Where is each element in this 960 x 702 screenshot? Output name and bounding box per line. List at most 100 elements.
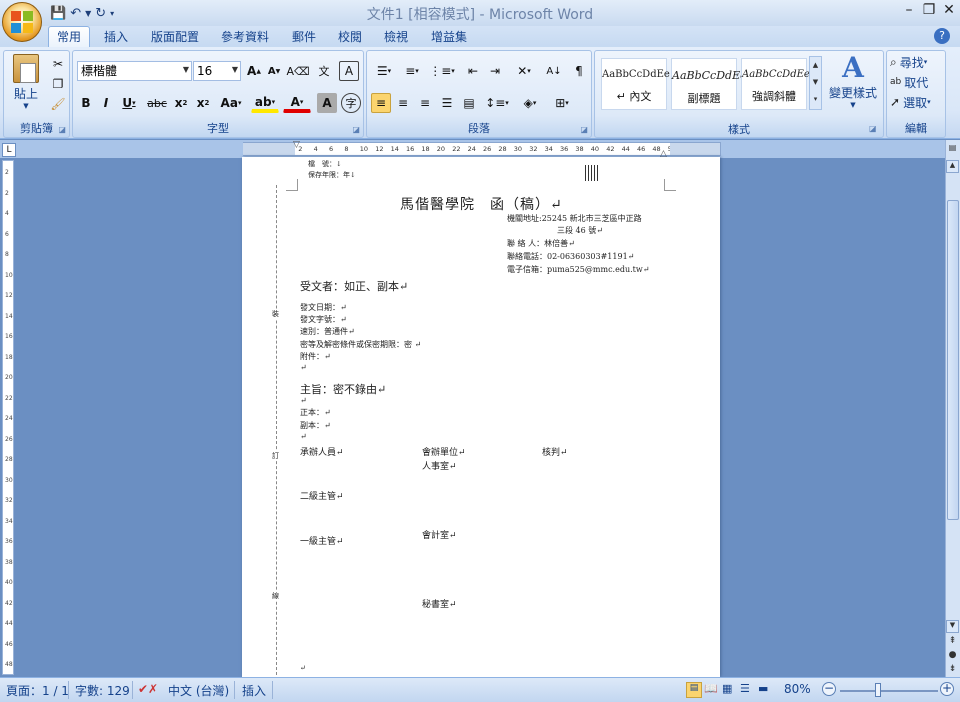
scroll-down-icon[interactable]: ▼ <box>946 620 959 633</box>
tab-references[interactable]: 參考資料 <box>216 27 274 49</box>
zoom-slider[interactable] <box>840 690 938 692</box>
restore-button[interactable]: ❐ <box>918 2 940 18</box>
page-indicator[interactable]: 頁面：1 / 1 <box>6 682 69 699</box>
align-center-icon[interactable]: ≡ <box>393 93 413 113</box>
styles-scroll[interactable]: ▲ ▼ ▾ <box>809 56 822 110</box>
subscript-icon[interactable]: x2 <box>171 93 191 113</box>
paste-button[interactable]: 貼上 ▼ <box>6 53 46 111</box>
web-layout-icon[interactable]: ▦ <box>722 682 732 695</box>
multilevel-list-icon[interactable]: ⋮≡ ▾ <box>427 61 457 81</box>
outline-icon[interactable]: ☰ <box>740 682 750 695</box>
italic-icon[interactable]: I <box>97 93 115 113</box>
tab-review[interactable]: 校閱 <box>332 27 368 49</box>
font-size-box[interactable]: 16 ▼ <box>193 61 241 81</box>
binding-line <box>276 185 277 675</box>
tab-mailings[interactable]: 郵件 <box>284 27 324 49</box>
next-page-icon[interactable]: ⇟ <box>946 664 959 677</box>
zoom-in-icon[interactable]: + <box>940 682 954 696</box>
dialog-launcher-icon[interactable]: ◪ <box>580 125 588 134</box>
chevron-down-icon[interactable]: ▼ <box>183 62 189 78</box>
minimize-button[interactable]: – <box>898 2 920 18</box>
zoom-out-icon[interactable]: − <box>822 682 836 696</box>
print-layout-icon[interactable]: ▤ <box>686 682 702 698</box>
scroll-thumb[interactable] <box>947 200 959 520</box>
line-spacing-icon[interactable]: ↕≡ ▾ <box>483 93 511 113</box>
tab-insert[interactable]: 插入 <box>98 27 134 49</box>
borders-icon[interactable]: ⊞ ▾ <box>547 93 577 113</box>
enclose-character-icon[interactable]: 字 <box>341 93 361 113</box>
sort-icon[interactable]: A↓ <box>543 61 565 81</box>
show-marks-icon[interactable]: ¶ <box>569 61 589 81</box>
change-styles-button[interactable]: A 變更樣式 ▼ <box>826 52 880 118</box>
bullets-icon[interactable]: ☰ ▾ <box>371 61 397 81</box>
horizontal-ruler[interactable]: 6422468101214161820222426283032343638404… <box>243 142 721 156</box>
chevron-down-icon[interactable]: ▼ <box>232 62 238 78</box>
tab-page-layout[interactable]: 版面配置 <box>146 27 204 49</box>
asian-layout-icon[interactable]: ✕ ▾ <box>509 61 539 81</box>
dialog-launcher-icon[interactable]: ◪ <box>869 124 877 133</box>
help-icon[interactable]: ? <box>934 28 950 44</box>
style-emphasis[interactable]: AaBbCcDdEe 強調斜體 <box>741 58 810 110</box>
style-normal[interactable]: AaBbCcDdEe ↵ 內文 <box>601 58 670 110</box>
align-left-icon[interactable]: ≡ <box>371 93 391 113</box>
align-right-icon[interactable]: ≡ <box>415 93 435 113</box>
shrink-font-icon[interactable]: A ▼ <box>265 61 283 81</box>
office-button[interactable] <box>2 2 42 42</box>
shading-icon[interactable]: ◈ ▾ <box>515 93 545 113</box>
tab-selector-icon[interactable]: L <box>2 143 16 157</box>
dialog-launcher-icon[interactable]: ◪ <box>352 125 360 134</box>
tab-view[interactable]: 檢視 <box>378 27 414 49</box>
paste-label: 貼上 <box>13 87 38 101</box>
paste-icon <box>13 54 39 83</box>
indent-marker-icon[interactable]: ▽ <box>293 140 300 150</box>
proofing-icon[interactable]: ✔✗ <box>138 682 158 696</box>
cut-icon[interactable]: ✂ <box>49 55 67 73</box>
doc-field: 發文日期：↵ <box>300 303 347 312</box>
grow-font-icon[interactable]: A ▲ <box>245 61 263 81</box>
distributed-icon[interactable]: ▤ <box>459 93 479 113</box>
vruler-tick: 14 <box>5 312 13 320</box>
editing-group: ⌕ 尋找 ▾ ab 取代 ➚ 選取 ▾ 編輯 <box>886 50 946 138</box>
vruler-tick: 40 <box>5 579 13 586</box>
select-button[interactable]: ➚ 選取 ▾ <box>889 93 945 111</box>
language-indicator[interactable]: 中文 (台灣) <box>168 682 229 699</box>
character-shading-icon[interactable]: A <box>317 93 337 113</box>
clear-format-icon[interactable]: A⌫ <box>286 61 309 81</box>
replace-button[interactable]: ab 取代 <box>889 73 945 91</box>
style-subtitle[interactable]: AaBbCcDdEe 副標題 <box>671 58 747 110</box>
full-screen-reading-icon[interactable]: 📖 <box>704 682 718 695</box>
underline-icon[interactable]: U ▾ <box>117 93 141 113</box>
zoom-level[interactable]: 80% <box>784 682 811 696</box>
highlight-icon[interactable]: ab ▾ <box>251 93 279 113</box>
change-case-icon[interactable]: Aa ▾ <box>217 93 245 113</box>
vertical-ruler[interactable]: 2 2 4 6 8 10 12 14 16 18 20 22 24 26 28 30 32 34 36 38 40 42 4… <box>2 160 14 675</box>
scroll-up-icon[interactable]: ▲ <box>946 160 959 173</box>
copy-icon[interactable]: ❐ <box>49 75 67 93</box>
close-button[interactable]: ✕ <box>938 2 960 18</box>
tab-addins[interactable]: 增益集 <box>424 27 474 49</box>
font-name-box[interactable]: 標楷體 ▼ <box>77 61 192 81</box>
bold-icon[interactable]: B <box>77 93 95 113</box>
character-border-icon[interactable]: A <box>339 61 359 81</box>
ruler-toggle-icon[interactable]: ▤ <box>946 143 959 156</box>
font-color-icon[interactable]: A ▾ <box>283 93 311 113</box>
previous-page-icon[interactable]: ⇞ <box>946 636 959 649</box>
increase-indent-icon[interactable]: ⇥ <box>485 61 505 81</box>
phonetic-guide-icon[interactable]: 文 <box>313 61 335 81</box>
dialog-launcher-icon[interactable]: ◪ <box>58 125 66 134</box>
zoom-slider-thumb[interactable] <box>875 683 881 697</box>
find-button[interactable]: ⌕ 尋找 ▾ <box>889 53 945 71</box>
numbering-icon[interactable]: ≡ ▾ <box>399 61 425 81</box>
superscript-icon[interactable]: x2 <box>193 93 213 113</box>
draft-icon[interactable]: ▬ <box>758 682 768 695</box>
browse-object-icon[interactable]: ● <box>946 650 959 663</box>
justify-icon[interactable]: ☰ <box>437 93 457 113</box>
tab-home[interactable]: 常用 <box>48 26 90 48</box>
strikethrough-icon[interactable]: abc <box>145 93 169 113</box>
format-painter-icon[interactable]: 🖌 <box>49 95 67 113</box>
vruler-tick: 12 <box>5 292 13 299</box>
word-count[interactable]: 字數: 129 <box>75 682 130 699</box>
document-page[interactable]: 檔 號：↓ 保存年限：年↓ 裝 訂 線 馬偕醫學院 函（稿）↵ 機關地址:252… <box>242 157 720 677</box>
insert-mode[interactable]: 插入 <box>242 682 266 699</box>
decrease-indent-icon[interactable]: ⇤ <box>463 61 483 81</box>
